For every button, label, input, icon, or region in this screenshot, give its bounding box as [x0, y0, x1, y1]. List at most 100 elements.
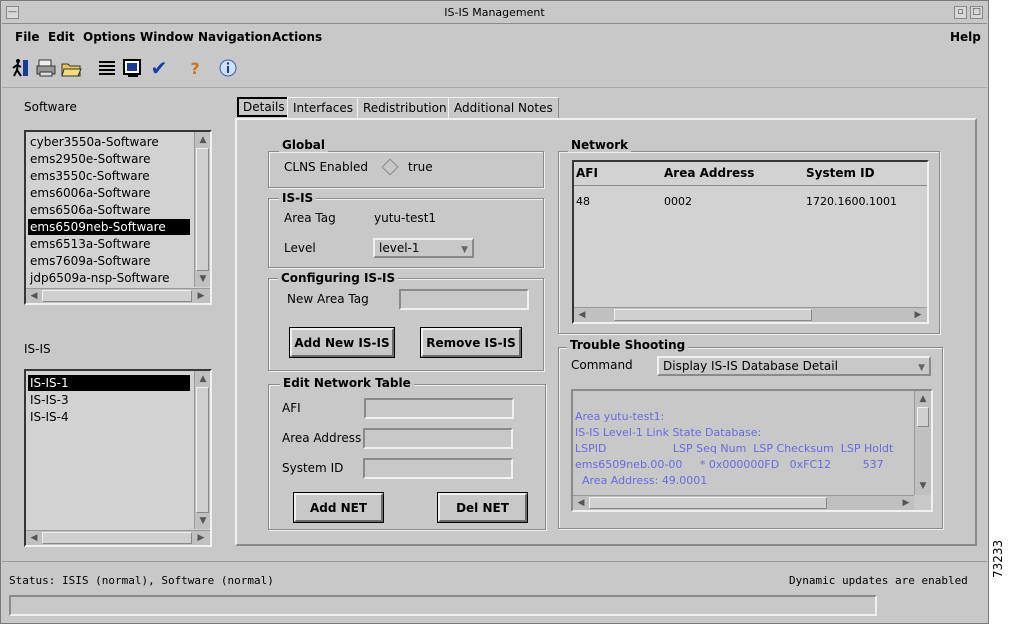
title-bar[interactable]: — IS-IS Management ▫ □ — [2, 2, 987, 24]
output-vscrollbar[interactable]: ▲ ▼ — [914, 391, 931, 495]
column-header-afi[interactable]: AFI — [576, 166, 598, 180]
output-console[interactable]: Area yutu-test1: IS-IS Level-1 Link Stat… — [571, 389, 933, 512]
table-cell-area-address[interactable]: 0002 — [664, 195, 692, 208]
scroll-left-icon[interactable]: ◀ — [575, 308, 589, 322]
scroll-thumb[interactable] — [589, 497, 827, 509]
list-item[interactable]: ems7609a-Software — [28, 253, 150, 269]
info-icon[interactable] — [217, 57, 239, 79]
scroll-left-icon[interactable]: ◀ — [27, 289, 41, 303]
clns-enabled-value: true — [408, 160, 433, 174]
list-item[interactable]: IS-IS-3 — [28, 392, 69, 408]
new-area-tag-label: New Area Tag — [287, 292, 369, 306]
open-folder-icon[interactable] — [60, 57, 82, 79]
scroll-up-icon[interactable]: ▲ — [916, 392, 930, 406]
scroll-thumb[interactable] — [196, 148, 209, 271]
menu-help[interactable]: Help — [950, 30, 981, 44]
output-hscrollbar[interactable]: ◀ ▶ — [573, 495, 914, 510]
software-hscrollbar[interactable]: ◀ ▶ — [26, 288, 210, 303]
scroll-thumb[interactable] — [42, 532, 192, 544]
tab-interfaces[interactable]: Interfaces — [287, 97, 359, 118]
print-icon[interactable] — [35, 57, 57, 79]
new-area-tag-field[interactable] — [399, 289, 529, 310]
add-new-isis-button[interactable]: Add New IS-IS — [289, 327, 395, 358]
output-line: Area Address: 49.0001 — [575, 474, 708, 487]
status-separator — [2, 561, 987, 562]
isis-hscrollbar[interactable]: ◀ ▶ — [26, 530, 210, 545]
scroll-right-icon[interactable]: ▶ — [194, 531, 208, 545]
list-item[interactable]: cyber3550a-Software — [28, 134, 159, 150]
command-select[interactable]: Display IS-IS Database Detail ▼ — [657, 356, 931, 376]
maximize-icon[interactable]: □ — [970, 6, 983, 19]
output-line: LSPID LSP Seq Num LSP Checksum LSP Holdt — [575, 442, 894, 455]
list-item[interactable]: jdp6509a-nsp-Software — [28, 270, 170, 286]
check-icon[interactable]: ✔ — [148, 56, 170, 80]
scroll-down-icon[interactable]: ▼ — [916, 479, 930, 493]
level-label: Level — [284, 241, 316, 255]
network-table[interactable]: AFI Area Address System ID 48 0002 1720.… — [572, 160, 929, 324]
menu-window[interactable]: Window — [140, 30, 194, 44]
list-item[interactable]: ems6513a-Software — [28, 236, 150, 252]
afi-label: AFI — [282, 401, 301, 415]
network-title: Network — [568, 138, 632, 152]
level-select[interactable]: level-1 ▼ — [373, 238, 474, 258]
level-value: level-1 — [379, 241, 420, 255]
scroll-down-icon[interactable]: ▼ — [196, 514, 210, 528]
scroll-up-icon[interactable]: ▲ — [196, 372, 210, 386]
scroll-left-icon[interactable]: ◀ — [574, 496, 588, 510]
menu-navigation[interactable]: Navigation — [198, 30, 271, 44]
command-value: Display IS-IS Database Detail — [663, 359, 838, 373]
list-item[interactable]: IS-IS-4 — [28, 409, 69, 425]
tab-additional-notes[interactable]: Additional Notes — [448, 97, 559, 118]
scroll-thumb[interactable] — [917, 407, 929, 427]
system-id-field[interactable] — [363, 458, 513, 479]
area-address-label: Area Address — [282, 431, 362, 445]
list-item-selected[interactable]: IS-IS-1 — [28, 375, 190, 391]
output-line: ems6509neb.00-00 * 0x000000FD 0xFC12 537 — [575, 458, 884, 471]
afi-field[interactable] — [364, 398, 514, 419]
toolbar-separator — [2, 87, 987, 88]
table-cell-afi[interactable]: 48 — [576, 195, 590, 208]
system-id-label: System ID — [282, 461, 344, 475]
add-net-button[interactable]: Add NET — [293, 492, 384, 523]
scroll-right-icon[interactable]: ▶ — [911, 308, 925, 322]
list-item[interactable]: ems2950e-Software — [28, 151, 150, 167]
column-header-system-id[interactable]: System ID — [806, 166, 875, 180]
menu-file[interactable]: File — [15, 30, 40, 44]
table-cell-system-id[interactable]: 1720.1600.1001 — [806, 195, 897, 208]
list-item[interactable]: ems6506a-Software — [28, 202, 150, 218]
scroll-thumb[interactable] — [42, 290, 192, 302]
status-text: Status: ISIS (normal), Software (normal) — [9, 574, 274, 587]
screen-icon[interactable] — [122, 57, 144, 79]
software-vscrollbar[interactable]: ▲ ▼ — [194, 132, 210, 287]
scroll-right-icon[interactable]: ▶ — [899, 496, 913, 510]
column-header-area-address[interactable]: Area Address — [664, 166, 754, 180]
remove-isis-button[interactable]: Remove IS-IS — [420, 327, 522, 358]
list-item-selected[interactable]: ems6509neb-Software — [28, 219, 190, 235]
list-icon[interactable] — [96, 57, 118, 79]
tab-redistribution[interactable]: Redistribution — [357, 97, 453, 118]
tab-details[interactable]: Details — [237, 97, 291, 117]
exit-icon[interactable] — [9, 57, 31, 79]
software-list[interactable]: cyber3550a-Software ems2950e-Software em… — [24, 130, 212, 305]
scroll-thumb[interactable] — [196, 387, 209, 513]
software-label: Software — [24, 100, 77, 114]
list-item[interactable]: ems3550c-Software — [28, 168, 150, 184]
main-window: — IS-IS Management ▫ □ File Edit Options… — [0, 0, 989, 624]
scroll-right-icon[interactable]: ▶ — [194, 289, 208, 303]
scroll-left-icon[interactable]: ◀ — [27, 531, 41, 545]
del-net-button[interactable]: Del NET — [437, 492, 528, 523]
list-item[interactable]: ems6006a-Software — [28, 185, 150, 201]
figure-number: 73233 — [991, 539, 1005, 578]
minimize-icon[interactable]: ▫ — [954, 6, 967, 19]
menu-edit[interactable]: Edit — [48, 30, 75, 44]
isis-list[interactable]: IS-IS-1 IS-IS-3 IS-IS-4 ▲ ▼ ◀ ▶ — [24, 369, 212, 547]
isis-vscrollbar[interactable]: ▲ ▼ — [194, 371, 210, 529]
area-address-field[interactable] — [363, 428, 513, 449]
scroll-thumb[interactable] — [614, 309, 812, 321]
menu-options[interactable]: Options — [83, 30, 136, 44]
network-hscrollbar[interactable]: ◀ ▶ — [574, 307, 927, 322]
scroll-up-icon[interactable]: ▲ — [196, 133, 210, 147]
help-icon[interactable]: ? — [184, 57, 206, 79]
scroll-down-icon[interactable]: ▼ — [196, 272, 210, 286]
menu-actions[interactable]: Actions — [272, 30, 322, 44]
